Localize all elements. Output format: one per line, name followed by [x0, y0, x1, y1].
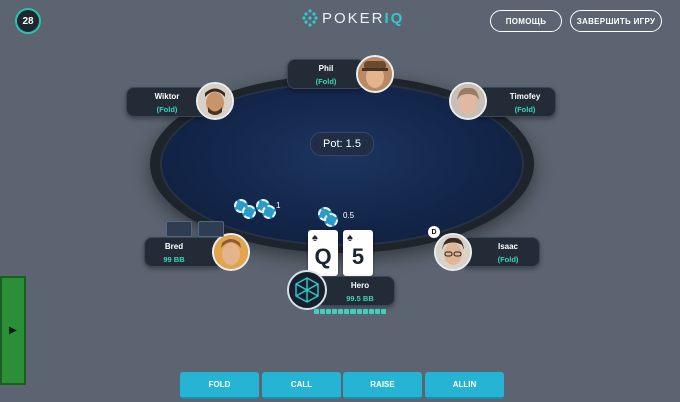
player-name: Timofey [509, 92, 541, 101]
finish-game-button[interactable]: ЗАВЕРШИТЬ ИГРУ [570, 10, 662, 32]
player-status: (Fold) [315, 77, 337, 86]
fold-button[interactable]: FOLD [180, 372, 259, 399]
timer-value: 28 [22, 15, 34, 27]
play-arrow-icon: ▶ [9, 325, 17, 336]
call-button[interactable]: CALL [262, 372, 341, 399]
player-stack: 99 BB [163, 255, 185, 264]
chip-icon [324, 213, 338, 227]
player-name: Isaac [497, 242, 519, 251]
card-back [198, 221, 224, 237]
avatar-phil [356, 55, 394, 93]
player-status: (Fold) [156, 105, 178, 114]
chip-icon [262, 205, 276, 219]
hero-time-bar [314, 309, 386, 314]
player-name: Phil [318, 64, 334, 73]
player-name: Wiktor [154, 92, 180, 101]
player-stack: 99.5 BB [346, 294, 374, 303]
card-rank: Q [314, 244, 332, 269]
player-status: (Fold) [514, 105, 536, 114]
seat-phil: Phil (Fold) [287, 59, 365, 89]
pot-display: Pot: 1.5 [310, 132, 374, 156]
logo-text: POKERIQ [322, 9, 405, 27]
dealer-button: D [428, 226, 440, 238]
help-button[interactable]: ПОМОЩЬ [490, 10, 562, 32]
chip-icon [242, 205, 256, 219]
card-back [166, 221, 192, 237]
seat-hero: Hero 99.5 BB [315, 276, 395, 306]
hero-card-2: ♠ 5 [343, 230, 373, 276]
player-name: Hero [350, 281, 370, 290]
hand-timer: 28 [15, 8, 41, 34]
poker-iq-logo-icon [295, 277, 319, 303]
raise-button[interactable]: RAISE [343, 372, 422, 399]
player-name: Bred [164, 242, 184, 251]
avatar-timofey [449, 82, 487, 120]
allin-button[interactable]: ALLIN [425, 372, 504, 399]
seat-isaac: Isaac (Fold) [460, 237, 540, 267]
hero-card-1: ♠ Q [308, 230, 338, 276]
avatar-bred [212, 233, 250, 271]
side-panel-toggle[interactable]: ▶ [0, 276, 26, 385]
card-rank: 5 [351, 244, 365, 269]
logo: POKERIQ [302, 9, 404, 27]
avatar-hero [287, 270, 327, 310]
bet-amount-hero: 0.5 [343, 211, 355, 220]
avatar-wiktor [196, 82, 234, 120]
player-status: (Fold) [497, 255, 519, 264]
logo-icon [302, 9, 318, 27]
bet-amount-bred: 1 [276, 201, 281, 210]
spade-icon: ♠ [312, 232, 318, 244]
spade-icon: ♠ [347, 232, 353, 244]
avatar-isaac [434, 233, 472, 271]
